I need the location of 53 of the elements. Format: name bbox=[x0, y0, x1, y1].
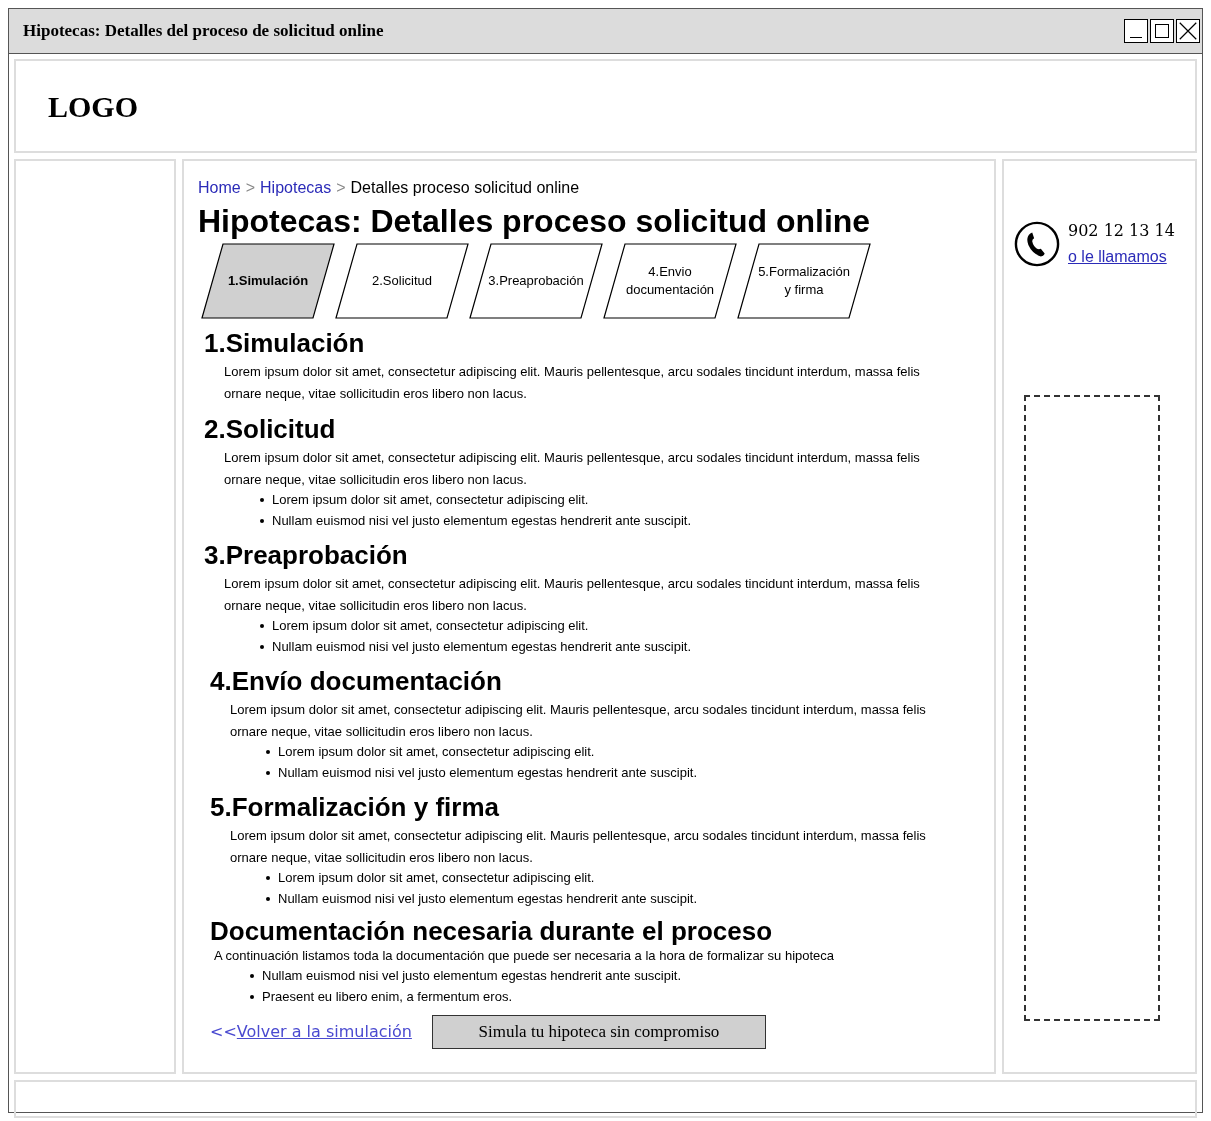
bullet-icon bbox=[266, 771, 270, 775]
page-title: Hipotecas: Detalles proceso solicitud online bbox=[198, 202, 872, 241]
section-heading: 3.Preaprobación bbox=[204, 539, 409, 571]
close-icon[interactable] bbox=[1176, 19, 1200, 43]
simulate-button[interactable]: Simula tu hipoteca sin compromiso bbox=[431, 1015, 766, 1049]
breadcrumb-separator: > bbox=[336, 178, 346, 198]
bullet-text: Lorem ipsum dolor sit amet, consectetur adipiscing elit. bbox=[278, 743, 595, 761]
section-text: Lorem ipsum dolor sit amet, consectetur adipiscing elit. Mauris pellentesque, arcu sodales tincidunt interdum, massa felis ornare neque, vitae sollicitudin eros libero non lacus. bbox=[229, 701, 927, 741]
back-link[interactable]: <<Volver a la simulación bbox=[210, 1020, 412, 1044]
bullet-icon bbox=[250, 974, 254, 978]
bullet-text: Nullam euismod nisi vel justo elementum egestas hendrerit ante suscipit. bbox=[278, 764, 698, 782]
breadcrumb-link[interactable]: Hipotecas bbox=[260, 177, 332, 199]
phone-number: 902 12 13 14 bbox=[1068, 220, 1175, 242]
section-text: A continuación listamos toda la documentación que puede ser necesaria a la hora de formalizar su hipoteca bbox=[213, 947, 836, 965]
step-tab[interactable]: 4.Envio documentación bbox=[603, 243, 737, 319]
breadcrumb-link[interactable]: Home bbox=[198, 177, 241, 199]
bullet-icon bbox=[266, 750, 270, 754]
bullet-text: Lorem ipsum dolor sit amet, consectetur adipiscing elit. bbox=[278, 869, 595, 887]
section-heading: 5.Formalización y firma bbox=[210, 791, 500, 823]
step-tab[interactable]: 2.Solicitud bbox=[335, 243, 469, 319]
bullet-icon bbox=[266, 876, 270, 880]
step-tab[interactable]: 5.Formalización y firma bbox=[737, 243, 871, 319]
window-title: Hipotecas: Detalles del proceso de solicitud online bbox=[23, 20, 384, 43]
callback-link[interactable]: o le llamamos bbox=[1068, 245, 1175, 269]
section-heading: Documentación necesaria durante el proceso bbox=[210, 915, 774, 947]
section-heading: 4.Envío documentación bbox=[210, 665, 503, 697]
bullet-text: Nullam euismod nisi vel justo elementum egestas hendrerit ante suscipit. bbox=[278, 890, 698, 908]
logo: LOGO bbox=[48, 88, 138, 125]
bullet-icon bbox=[260, 498, 264, 502]
section-text: Lorem ipsum dolor sit amet, consectetur adipiscing elit. Mauris pellentesque, arcu sodales tincidunt interdum, massa felis ornare neque, vitae sollicitudin eros libero non lacus. bbox=[223, 575, 921, 615]
bullet-icon bbox=[250, 995, 254, 999]
bullet-text: Lorem ipsum dolor sit amet, consectetur adipiscing elit. bbox=[272, 491, 589, 509]
step-tab[interactable]: 3.Preaprobación bbox=[469, 243, 603, 319]
section-heading: 1.Simulación bbox=[204, 327, 366, 359]
bullet-text: Lorem ipsum dolor sit amet, consectetur adipiscing elit. bbox=[272, 617, 589, 635]
bullet-text: Praesent eu libero enim, a fermentum eros. bbox=[262, 988, 512, 1006]
breadcrumb-separator: > bbox=[245, 178, 256, 198]
bullet-text: Nullam euismod nisi vel justo elementum egestas hendrerit ante suscipit. bbox=[262, 967, 682, 985]
bullet-icon bbox=[260, 519, 264, 523]
bullet-icon bbox=[260, 645, 264, 649]
step-tab[interactable]: 1.Simulación bbox=[201, 243, 335, 319]
bullet-text: Nullam euismod nisi vel justo elementum egestas hendrerit ante suscipit. bbox=[272, 638, 692, 656]
bullet-text: Nullam euismod nisi vel justo elementum egestas hendrerit ante suscipit. bbox=[272, 512, 692, 530]
bullet-icon bbox=[260, 624, 264, 628]
section-heading: 2.Solicitud bbox=[204, 413, 337, 445]
minimize-icon[interactable] bbox=[1124, 19, 1148, 43]
breadcrumb-current: Detalles proceso solicitud online bbox=[350, 178, 580, 198]
section-text: Lorem ipsum dolor sit amet, consectetur adipiscing elit. Mauris pellentesque, arcu sodales tincidunt interdum, massa felis ornare neque, vitae sollicitudin eros libero non lacus. bbox=[229, 827, 927, 867]
section-text: Lorem ipsum dolor sit amet, consectetur adipiscing elit. Mauris pellentesque, arcu sodales tincidunt interdum, massa felis ornare neque, vitae sollicitudin eros libero non lacus. bbox=[223, 449, 921, 489]
maximize-icon[interactable] bbox=[1150, 19, 1174, 43]
bullet-icon bbox=[266, 897, 270, 901]
section-text: Lorem ipsum dolor sit amet, consectetur adipiscing elit. Mauris pellentesque, arcu sodales tincidunt interdum, massa felis ornare neque, vitae sollicitudin eros libero non lacus. bbox=[223, 363, 921, 403]
phone-icon bbox=[1014, 221, 1060, 267]
